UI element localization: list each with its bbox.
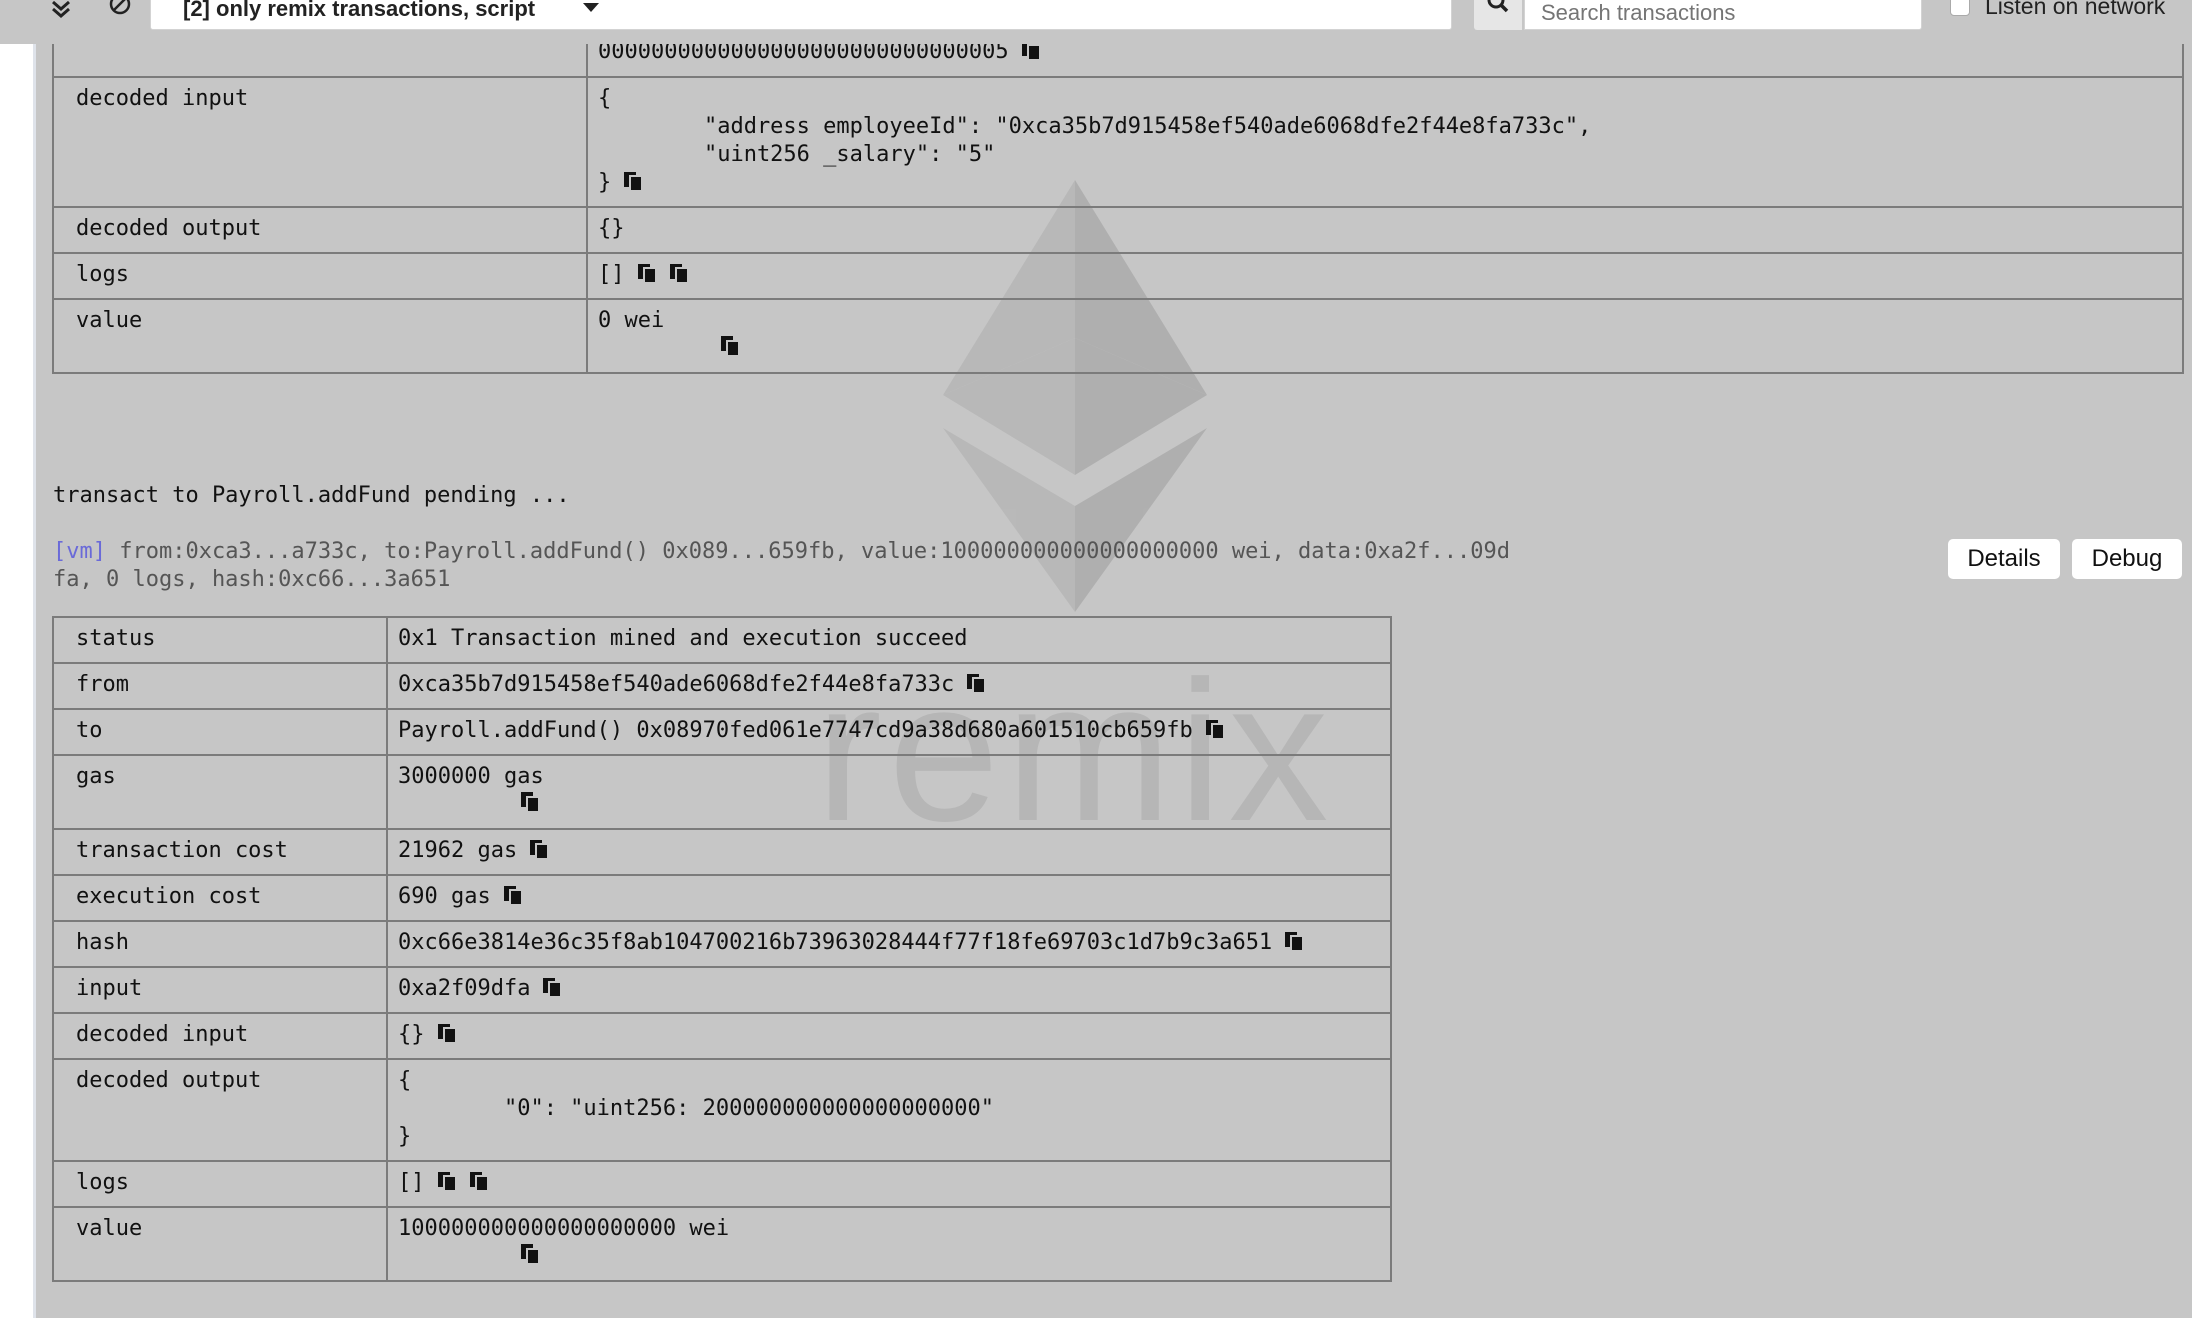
copy-icon[interactable] — [637, 261, 657, 283]
table-row: status 0x1 Transaction mined and executi… — [52, 616, 1392, 664]
row-value: { "0": "uint256: 200000000000000000000" … — [386, 1058, 1392, 1162]
double-chevron-down-icon[interactable] — [48, 0, 74, 20]
tx-log-text: from:0xca3...a733c, to:Payroll.addFund()… — [53, 539, 1510, 592]
row-value: 690 gas — [398, 884, 491, 909]
copy-icon[interactable] — [437, 1169, 457, 1191]
row-key: execution cost — [52, 874, 388, 922]
copy-icon[interactable] — [437, 1021, 457, 1043]
debug-button[interactable]: Debug — [2072, 539, 2182, 579]
table-row: decoded output { "0": "uint256: 20000000… — [52, 1058, 1392, 1162]
row-key: status — [52, 616, 388, 664]
copy-icon[interactable] — [623, 169, 644, 191]
table-row: execution cost 690 gas — [52, 874, 1392, 922]
row-value-cell: 690 gas — [386, 874, 1392, 922]
copy-icon[interactable] — [1205, 717, 1225, 739]
copy-icon[interactable] — [966, 671, 987, 693]
sidebar-edge — [0, 0, 36, 1318]
row-key: gas — [52, 754, 388, 830]
table-row: value 100000000000000000000 wei — [52, 1206, 1392, 1282]
copy-icon[interactable] — [669, 261, 689, 283]
row-key: decoded output — [52, 1058, 388, 1162]
row-value-cell: 100000000000000000000 wei — [386, 1206, 1392, 1282]
listen-network-label: Listen on network — [1985, 0, 2166, 19]
table-row: logs [] — [52, 1160, 1392, 1208]
row-value: 0 wei — [598, 308, 665, 333]
listen-network-checkbox[interactable] — [1950, 0, 1970, 16]
copy-icon[interactable] — [720, 335, 740, 357]
copy-icon[interactable] — [529, 837, 550, 859]
row-value: {} — [398, 1022, 425, 1047]
pending-message: transact to Payroll.addFund pending ... — [53, 483, 570, 508]
row-value-cell: [] — [586, 252, 2184, 300]
row-key: to — [52, 708, 388, 756]
table-row: from 0xca35b7d915458ef540ade6068dfe2f44e… — [52, 662, 1392, 710]
row-value: 3000000 gas — [398, 764, 544, 789]
row-key: from — [52, 662, 388, 710]
row-value: 0xa2f09dfa — [398, 976, 531, 1001]
row-key: transaction cost — [52, 828, 388, 876]
row-key: input — [52, 966, 388, 1014]
table-row: transaction cost 21962 gas — [52, 828, 1392, 876]
row-value: Payroll.addFund() 0x08970fed061e7747cd9a… — [398, 718, 1193, 743]
row-value: 100000000000000000000 wei — [398, 1216, 730, 1241]
details-button[interactable]: Details — [1948, 539, 2060, 579]
row-key: value — [52, 298, 588, 374]
table-row: to Payroll.addFund() 0x08970fed061e7747c… — [52, 708, 1392, 756]
row-value-cell: 0 wei — [586, 298, 2184, 374]
row-value: [] — [598, 262, 625, 287]
terminal-toolbar: [2] only remix transactions, script List… — [0, 0, 2192, 44]
row-value: 0xc66e3814e36c35f8ab104700216b7396302844… — [398, 930, 1273, 955]
row-value: 0xca35b7d915458ef540ade6068dfe2f44e8fa73… — [398, 672, 955, 697]
tx-log-line[interactable]: [vm] from:0xca3...a733c, to:Payroll.addF… — [53, 538, 1653, 594]
row-value-cell: 0xc66e3814e36c35f8ab104700216b7396302844… — [386, 920, 1392, 968]
row-value: 0x1 Transaction mined and execution succ… — [386, 616, 1392, 664]
row-value-cell: { "address employeeId": "0xca35b7d915458… — [586, 76, 2184, 208]
copy-icon[interactable] — [1284, 929, 1305, 951]
row-value-cell: {} — [386, 1012, 1392, 1060]
ban-icon[interactable] — [108, 0, 132, 20]
row-value-cell: 3000000 gas — [386, 754, 1392, 830]
tx-details-table: status 0x1 Transaction mined and executi… — [52, 616, 1392, 1282]
table-row: hash 0xc66e3814e36c35f8ab104700216b73963… — [52, 920, 1392, 968]
copy-icon[interactable] — [542, 975, 563, 997]
search-input[interactable] — [1524, 0, 1922, 30]
table-row: input 0xa2f09dfa — [52, 966, 1392, 1014]
row-value-cell: Payroll.addFund() 0x08970fed061e7747cd9a… — [386, 708, 1392, 756]
table-row: value 0 wei — [52, 298, 2184, 374]
row-key: decoded input — [52, 76, 588, 208]
row-value-cell: 0xca35b7d915458ef540ade6068dfe2f44e8fa73… — [386, 662, 1392, 710]
chevron-down-icon — [583, 3, 599, 12]
row-value-cell: [] — [386, 1160, 1392, 1208]
row-value-cell: 21962 gas — [386, 828, 1392, 876]
table-row: gas 3000000 gas — [52, 754, 1392, 830]
row-value-cell: 0xa2f09dfa — [386, 966, 1392, 1014]
table-row: decoded output {} — [52, 206, 2184, 254]
table-row: logs [] — [52, 252, 2184, 300]
row-key: logs — [52, 252, 588, 300]
previous-tx-table: 0000000000000000000000000000005 decoded … — [52, 30, 2184, 374]
copy-icon[interactable] — [469, 1169, 489, 1191]
transaction-filter-select[interactable]: [2] only remix transactions, script — [150, 0, 1452, 30]
vm-tag: [vm] — [53, 539, 106, 564]
filter-label: [2] only remix transactions, script — [183, 0, 536, 21]
row-key: logs — [52, 1160, 388, 1208]
row-key: hash — [52, 920, 388, 968]
row-value: { "address employeeId": "0xca35b7d915458… — [598, 86, 1592, 195]
search-icon — [1487, 0, 1509, 13]
copy-icon[interactable] — [503, 883, 523, 905]
search-button[interactable] — [1474, 0, 1522, 30]
table-row: decoded input {} — [52, 1012, 1392, 1060]
row-key: decoded input — [52, 1012, 388, 1060]
table-row: decoded input { "address employeeId": "0… — [52, 76, 2184, 208]
row-value: {} — [586, 206, 2184, 254]
row-value: [] — [398, 1170, 425, 1195]
row-value: 21962 gas — [398, 838, 518, 863]
row-key: decoded output — [52, 206, 588, 254]
copy-icon[interactable] — [520, 1243, 540, 1265]
copy-icon[interactable] — [520, 791, 540, 813]
row-key: value — [52, 1206, 388, 1282]
